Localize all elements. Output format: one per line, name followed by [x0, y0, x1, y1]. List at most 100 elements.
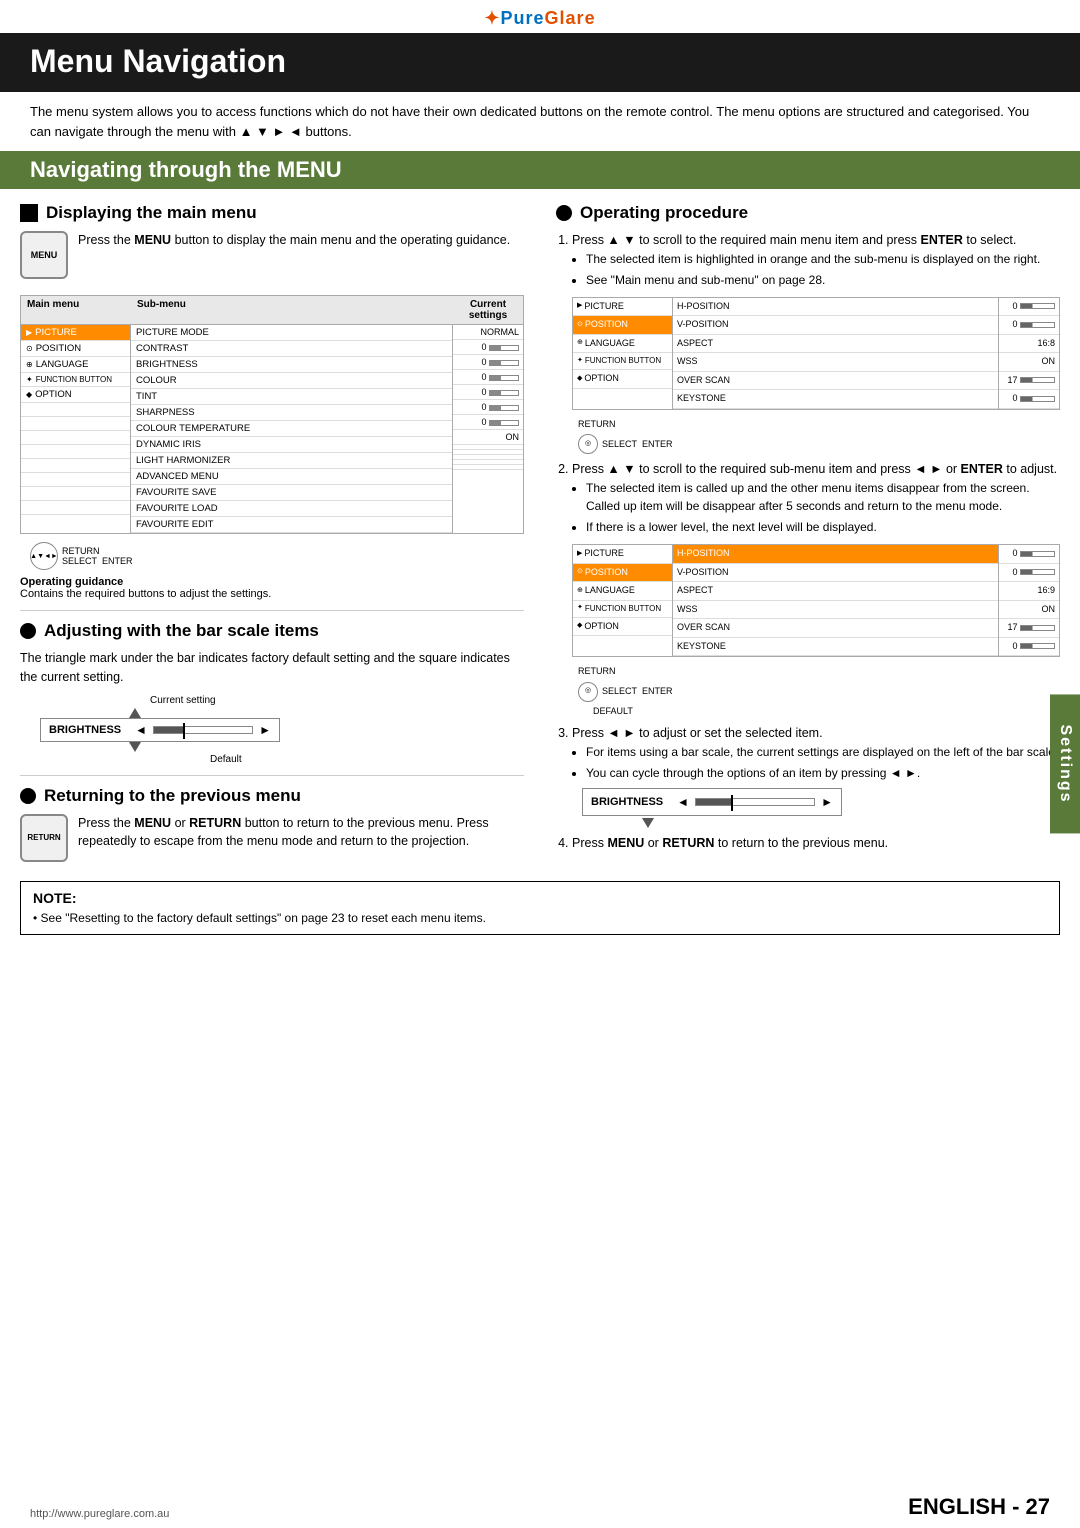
bar-marker-2	[731, 795, 733, 811]
returning-block: RETURN Press the MENU or RETURN button t…	[20, 814, 524, 862]
list-item: OVER SCAN	[673, 619, 998, 638]
list-item: 17	[999, 372, 1059, 391]
list-item: 0	[999, 298, 1059, 317]
triangle-up-icon	[129, 708, 141, 718]
menu-table-header: Main menu Sub-menu Current settings	[21, 296, 523, 325]
sub-menu-col: PICTURE MODE CONTRAST BRIGHTNESS COLOUR …	[131, 325, 453, 533]
select-enter-row4: ◎ SELECT ENTER	[578, 682, 1060, 702]
select-dial: ◎	[578, 434, 598, 454]
menu-icon-wrap: MENU	[20, 231, 68, 279]
bar-track	[153, 726, 253, 734]
step3-bullets: For items using a bar scale, the current…	[586, 743, 1060, 782]
bar-marker	[183, 723, 185, 739]
list-item	[453, 465, 523, 470]
step-4: Press MENU or RETURN to return to the pr…	[572, 834, 1060, 853]
default-label: Default	[210, 754, 524, 765]
black-square-icon	[20, 204, 38, 222]
list-item: FAVOURITE LOAD	[131, 501, 452, 517]
default-row: DEFAULT	[578, 705, 1060, 719]
list-item: ⊙ POSITION	[573, 316, 672, 335]
select-dial-2: ◎	[578, 682, 598, 702]
list-item: 0	[453, 370, 523, 385]
list-item: WSS	[673, 601, 998, 620]
list-item: For items using a bar scale, the current…	[586, 743, 1060, 761]
list-item: The selected item is highlighted in oran…	[586, 250, 1060, 268]
bar-track-2	[695, 798, 815, 806]
op-guidance: Operating guidance Contains the required…	[20, 576, 524, 600]
note-box: NOTE: • See "Resetting to the factory de…	[20, 881, 1060, 936]
list-item: H-POSITION	[673, 545, 998, 564]
list-item	[21, 403, 130, 417]
step1-bullets: The selected item is highlighted in oran…	[586, 250, 1060, 289]
note-content: • See "Resetting to the factory default …	[33, 910, 1047, 927]
footer-url: http://www.pureglare.com.au	[30, 1508, 169, 1520]
list-item: PICTURE MODE	[131, 325, 452, 341]
list-item: V-POSITION	[673, 316, 998, 335]
left-arrow-icon: ◄	[135, 723, 147, 737]
settings-tab: Settings	[1050, 694, 1080, 833]
list-item: DYNAMIC IRIS	[131, 437, 452, 453]
two-col-layout: Displaying the main menu MENU Press the …	[0, 203, 1080, 867]
list-item: 0	[999, 545, 1059, 564]
returning-heading: Returning to the previous menu	[20, 786, 524, 806]
list-item: ON	[453, 430, 523, 445]
list-item: NORMAL	[453, 325, 523, 340]
list-item	[21, 487, 130, 501]
right-arrow-icon2: ►	[821, 793, 833, 811]
step2-bullets: The selected item is called up and the o…	[586, 479, 1060, 536]
logo: ✦PureGlare	[484, 8, 595, 28]
logo-bar: ✦PureGlare	[0, 0, 1080, 33]
list-item: 0	[999, 564, 1059, 583]
returning-body: Press the MENU or RETURN button to retur…	[20, 814, 524, 852]
list-item	[21, 417, 130, 431]
list-item: ON	[999, 601, 1059, 620]
list-item: ASPECT	[673, 582, 998, 601]
right-sub-col: H-POSITION V-POSITION ASPECT WSS OVER SC…	[673, 298, 999, 409]
list-item: FAVOURITE SAVE	[131, 485, 452, 501]
brightness-bar: BRIGHTNESS ◄ ►	[40, 718, 280, 742]
list-item: ⊕ LANGUAGE	[573, 335, 672, 354]
left-arrow-icon2: ◄	[677, 793, 689, 811]
intro-text: The menu system allows you to access fun…	[0, 102, 1080, 151]
col-left: Displaying the main menu MENU Press the …	[20, 203, 540, 867]
list-item: ✦ FUNCTION BUTTON	[573, 353, 672, 370]
main-menu-col: ▶ PICTURE ⊙ POSITION ⊕ LANGUAGE ✦ FUNCTI…	[21, 325, 131, 533]
list-item: FAVOURITE EDIT	[131, 517, 452, 533]
footer-bar: http://www.pureglare.com.au ENGLISH - 27	[0, 1488, 1080, 1528]
list-item: ADVANCED MENU	[131, 469, 452, 485]
eng-label: E	[908, 1494, 923, 1519]
right-main-col-2: ▶ PICTURE ⊙ POSITION ⊕ LANGUAGE ✦ FUNCTI…	[573, 545, 673, 656]
list-item	[21, 501, 130, 515]
right-menu-body: ▶ PICTURE ⊙ POSITION ⊕ LANGUAGE ✦ FUNCTI…	[573, 298, 1059, 409]
list-item: KEYSTONE	[673, 638, 998, 657]
operating-procedure-section: Operating procedure Press ▲ ▼ to scroll …	[556, 203, 1060, 853]
menu-table-body: ▶ PICTURE ⊙ POSITION ⊕ LANGUAGE ✦ FUNCTI…	[21, 325, 523, 533]
list-item: 16:8	[999, 335, 1059, 354]
list-item: 0	[453, 400, 523, 415]
right-sub-col-2: H-POSITION V-POSITION ASPECT WSS OVER SC…	[673, 545, 999, 656]
right-val-col: 0 0 16:8 ON 17 0	[999, 298, 1059, 409]
list-item: 16:9	[999, 582, 1059, 601]
triangle-down-icon2	[642, 818, 654, 828]
select-enter-row3: RETURN	[578, 665, 1060, 679]
list-item	[21, 473, 130, 487]
display-menu-body: Press the MENU button to display the mai…	[20, 231, 524, 250]
menu-intro-block: MENU Press the MENU button to display th…	[20, 231, 524, 285]
list-item: BRIGHTNESS	[131, 357, 452, 373]
step-2: Press ▲ ▼ to scroll to the required sub-…	[572, 460, 1060, 718]
list-item	[21, 445, 130, 459]
list-item: CONTRAST	[131, 341, 452, 357]
bar-fill	[154, 727, 183, 733]
list-item: H-POSITION	[673, 298, 998, 317]
list-item: ⊙ POSITION	[573, 564, 672, 583]
list-item	[21, 459, 130, 473]
select-label: RETURN SELECT ENTER	[62, 546, 133, 566]
right-menu-1: ▶ PICTURE ⊙ POSITION ⊕ LANGUAGE ✦ FUNCTI…	[572, 297, 1060, 410]
step-1: Press ▲ ▼ to scroll to the required main…	[572, 231, 1060, 454]
list-item: ⊕ LANGUAGE	[21, 357, 130, 373]
right-menu-2: ▶ PICTURE ⊙ POSITION ⊕ LANGUAGE ✦ FUNCTI…	[572, 544, 1060, 657]
col-right: Operating procedure Press ▲ ▼ to scroll …	[540, 203, 1060, 867]
section-heading: Navigating through the MENU	[0, 151, 1080, 189]
list-item: ◆ OPTION	[21, 387, 130, 403]
list-item: SHARPNESS	[131, 405, 452, 421]
